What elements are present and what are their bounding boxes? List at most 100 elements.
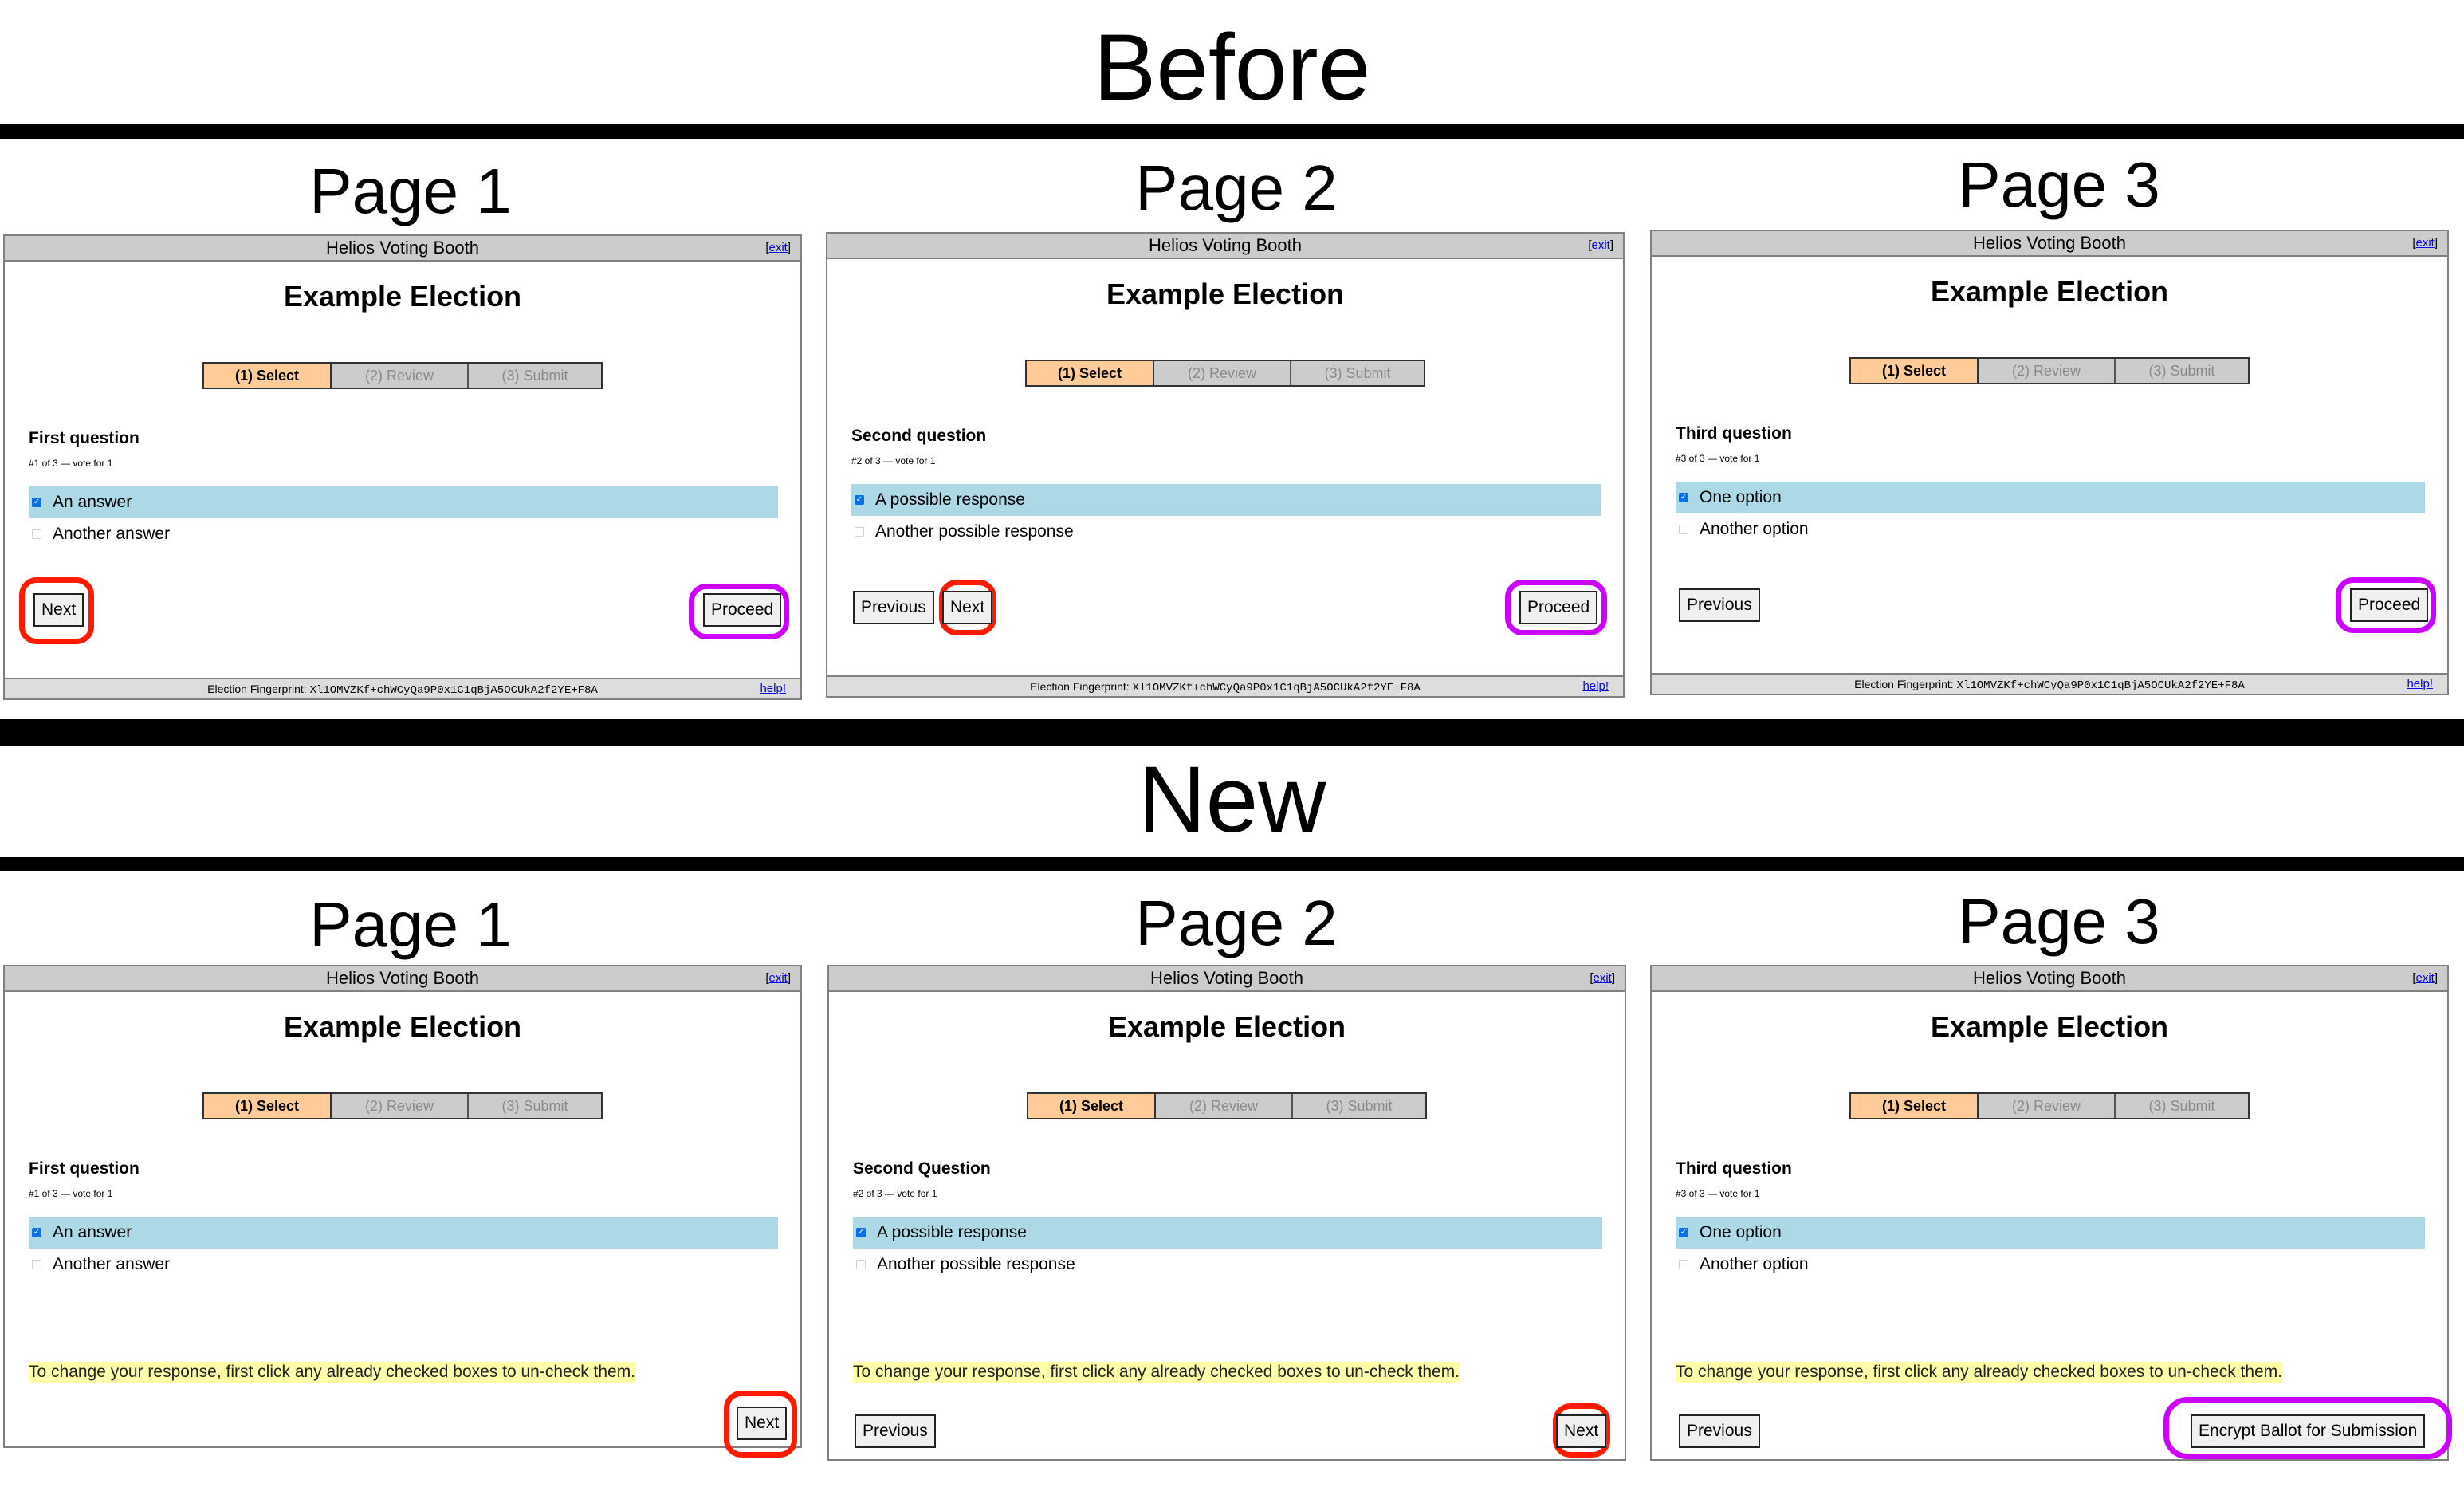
- answer-label: Another answer: [53, 1255, 171, 1273]
- answer-label: An answer: [53, 1223, 132, 1241]
- tab-review: (2) Review: [1154, 361, 1291, 385]
- answer-list: ✓ One option Another option: [1676, 482, 2425, 545]
- booth-header-title: Helios Voting Booth: [1972, 968, 2127, 988]
- exit-link-text[interactable]: exit: [768, 971, 787, 985]
- answer-option-checked[interactable]: ✓ One option: [1676, 1217, 2425, 1249]
- question-subtitle: #2 of 3 — vote for 1: [851, 455, 936, 466]
- exit-link[interactable]: [exit]: [1590, 966, 1615, 990]
- exit-link[interactable]: [exit]: [1588, 234, 1613, 258]
- tab-submit: (3) Submit: [2116, 1094, 2248, 1118]
- answer-option[interactable]: Another option: [1676, 513, 2425, 545]
- booth-header-title: Helios Voting Booth: [325, 968, 480, 988]
- proceed-button[interactable]: Proceed: [1519, 591, 1598, 624]
- tab-select: (1) Select: [1851, 1094, 1979, 1118]
- answer-option-checked[interactable]: ✓ One option: [1676, 482, 2425, 513]
- progress-tabs: (1) Select (2) Review (3) Submit: [1849, 357, 2250, 384]
- checkbox-checked-icon[interactable]: ✓: [32, 1228, 41, 1237]
- answer-option[interactable]: Another possible response: [853, 1249, 1602, 1281]
- uncheck-hint: To change your response, first click any…: [1676, 1362, 2283, 1383]
- exit-link-text[interactable]: exit: [768, 241, 787, 254]
- before-page-1-booth: Helios Voting Booth [exit] Example Elect…: [3, 234, 802, 700]
- answer-list: ✓ A possible response Another possible re…: [851, 484, 1601, 548]
- new-page-3-booth: Helios Voting Booth [exit] Example Elect…: [1650, 965, 2452, 1461]
- tab-review: (2) Review: [1979, 359, 2116, 383]
- checkbox-unchecked-icon[interactable]: [32, 529, 41, 539]
- next-button[interactable]: Next: [33, 593, 84, 627]
- before-heading: Before: [1093, 15, 1371, 120]
- before-page-1-label: Page 1: [309, 155, 512, 226]
- booth-footer: Election Fingerprint: Xl1OMVZKf+chWCyQa9…: [827, 675, 1623, 696]
- answer-option-checked[interactable]: ✓ An answer: [29, 486, 778, 518]
- booth-header-title: Helios Voting Booth: [325, 238, 480, 258]
- answer-option[interactable]: Another answer: [29, 518, 778, 550]
- answer-label: Another option: [1700, 1255, 1809, 1273]
- question-subtitle: #1 of 3 — vote for 1: [29, 1188, 113, 1199]
- before-page-3-label: Page 3: [1958, 149, 2160, 220]
- tab-review: (2) Review: [1979, 1094, 2116, 1118]
- help-link[interactable]: help!: [2407, 675, 2433, 694]
- encrypt-ballot-button[interactable]: Encrypt Ballot for Submission: [2191, 1414, 2426, 1448]
- answer-label: Another possible response: [877, 1255, 1075, 1273]
- checkbox-unchecked-icon[interactable]: [1679, 1260, 1688, 1269]
- previous-button[interactable]: Previous: [853, 591, 934, 624]
- answer-option[interactable]: Another answer: [29, 1249, 778, 1281]
- new-page-2-label: Page 2: [1135, 887, 1338, 958]
- help-link[interactable]: help!: [1582, 677, 1609, 696]
- exit-link[interactable]: [exit]: [765, 236, 791, 260]
- help-link[interactable]: help!: [760, 679, 786, 698]
- proceed-button[interactable]: Proceed: [703, 593, 782, 627]
- progress-tabs: (1) Select (2) Review (3) Submit: [202, 1092, 603, 1119]
- election-title: Example Election: [1930, 275, 2169, 308]
- booth-footer: Election Fingerprint: Xl1OMVZKf+chWCyQa9…: [5, 678, 800, 698]
- checkbox-checked-icon[interactable]: ✓: [856, 1228, 866, 1237]
- tab-review: (2) Review: [332, 364, 469, 388]
- booth-header-title: Helios Voting Booth: [1149, 968, 1304, 988]
- tab-submit: (3) Submit: [2116, 359, 2248, 383]
- question-title: Third question: [1676, 424, 1792, 443]
- booth-header-title: Helios Voting Booth: [1972, 233, 2127, 253]
- checkbox-checked-icon[interactable]: ✓: [32, 498, 41, 507]
- tab-submit: (3) Submit: [469, 364, 601, 388]
- progress-tabs: (1) Select (2) Review (3) Submit: [1025, 360, 1425, 387]
- previous-button[interactable]: Previous: [855, 1414, 936, 1448]
- previous-button[interactable]: Previous: [1679, 588, 1760, 622]
- answer-label: A possible response: [877, 1223, 1027, 1241]
- next-button[interactable]: Next: [737, 1407, 788, 1440]
- exit-link-text[interactable]: exit: [2415, 236, 2434, 250]
- question-subtitle: #1 of 3 — vote for 1: [29, 458, 113, 469]
- checkbox-checked-icon[interactable]: ✓: [1679, 1228, 1688, 1237]
- exit-link[interactable]: [exit]: [765, 966, 791, 990]
- booth-header: Helios Voting Booth [exit]: [5, 966, 800, 992]
- proceed-button[interactable]: Proceed: [2350, 588, 2429, 622]
- booth-header-title: Helios Voting Booth: [1148, 235, 1303, 255]
- checkbox-checked-icon[interactable]: ✓: [855, 495, 864, 505]
- checkbox-unchecked-icon[interactable]: [855, 527, 864, 537]
- next-button[interactable]: Next: [1556, 1414, 1607, 1448]
- exit-link-text[interactable]: exit: [1591, 238, 1609, 252]
- tab-select: (1) Select: [1028, 1094, 1156, 1118]
- checkbox-checked-icon[interactable]: ✓: [1679, 493, 1688, 502]
- checkbox-unchecked-icon[interactable]: [856, 1260, 866, 1269]
- answer-option-checked[interactable]: ✓ A possible response: [851, 484, 1601, 516]
- fingerprint-value: Xl1OMVZKf+chWCyQa9P0x1C1qBjA5OCUkA2f2YE+…: [309, 684, 598, 697]
- answer-label: A possible response: [875, 490, 1025, 509]
- answer-option[interactable]: Another possible response: [851, 516, 1601, 548]
- fingerprint-label: Election Fingerprint:: [1854, 678, 1954, 690]
- answer-option-checked[interactable]: ✓ An answer: [29, 1217, 778, 1249]
- answer-option-checked[interactable]: ✓ A possible response: [853, 1217, 1602, 1249]
- exit-link[interactable]: [exit]: [2412, 231, 2438, 255]
- answer-option[interactable]: Another option: [1676, 1249, 2425, 1281]
- election-title: Example Election: [283, 280, 522, 313]
- exit-link-text[interactable]: exit: [2415, 971, 2434, 985]
- checkbox-unchecked-icon[interactable]: [1679, 525, 1688, 534]
- previous-button[interactable]: Previous: [1679, 1414, 1760, 1448]
- exit-link-text[interactable]: exit: [1593, 971, 1611, 985]
- next-button[interactable]: Next: [942, 591, 993, 624]
- question-title: Second Question: [853, 1159, 991, 1178]
- exit-link[interactable]: [exit]: [2412, 966, 2438, 990]
- progress-tabs: (1) Select (2) Review (3) Submit: [1849, 1092, 2250, 1119]
- election-title: Example Election: [1107, 1010, 1346, 1043]
- before-page-3-booth: Helios Voting Booth [exit] Example Elect…: [1650, 230, 2449, 695]
- question-subtitle: #2 of 3 — vote for 1: [853, 1188, 937, 1199]
- checkbox-unchecked-icon[interactable]: [32, 1260, 41, 1269]
